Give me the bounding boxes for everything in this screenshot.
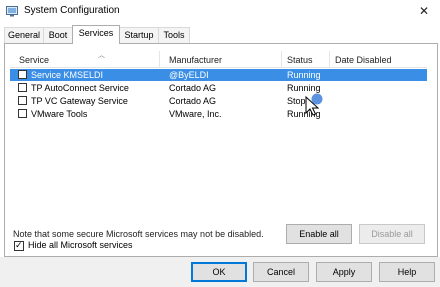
column-header-date-disabled[interactable]: Date Disabled <box>330 51 426 67</box>
microsoft-services-note: Note that some secure Microsoft services… <box>13 229 264 239</box>
service-name: VMware Tools <box>31 109 88 119</box>
disable-all-button[interactable]: Disable all <box>359 224 425 244</box>
manufacturer: Cortado AG <box>169 83 217 93</box>
service-name: TP AutoConnect Service <box>31 83 129 93</box>
hide-microsoft-services-checkbox[interactable]: ✓ <box>14 240 24 251</box>
ok-button[interactable]: OK <box>191 262 247 282</box>
table-row[interactable]: VMware Tools VMware, Inc. Running <box>10 108 427 120</box>
tab-general[interactable]: General <box>4 27 44 43</box>
help-button[interactable]: Help <box>379 262 435 282</box>
status: Running <box>287 70 321 80</box>
window-title: System Configuration <box>24 5 120 16</box>
manufacturer: VMware, Inc. <box>169 109 222 119</box>
checkmark-icon: ✓ <box>15 240 23 250</box>
apply-button[interactable]: Apply <box>316 262 372 282</box>
manufacturer: @ByELDI <box>169 70 209 80</box>
service-name: Service KMSELDI <box>31 70 104 80</box>
row-checkbox[interactable] <box>18 96 27 105</box>
tab-tools[interactable]: Tools <box>158 27 190 43</box>
enable-all-button[interactable]: Enable all <box>286 224 352 244</box>
list-header: ︿ Service Manufacturer Status Date Disab… <box>10 51 427 68</box>
services-list: ︿ Service Manufacturer Status Date Disab… <box>10 51 427 221</box>
system-configuration-icon <box>6 6 18 17</box>
sort-up-icon: ︿ <box>98 52 105 59</box>
title-bar: System Configuration ✕ <box>0 0 440 22</box>
column-header-service[interactable]: ︿ Service <box>10 51 160 67</box>
column-header-manufacturer[interactable]: Manufacturer <box>160 51 282 67</box>
column-header-status[interactable]: Status <box>282 51 330 67</box>
row-checkbox[interactable] <box>18 109 27 118</box>
column-label-service: Service <box>19 55 50 65</box>
service-name: TP VC Gateway Service <box>31 96 128 106</box>
table-row[interactable]: TP VC Gateway Service Cortado AG Stop <box>10 95 427 107</box>
row-checkbox[interactable] <box>18 83 27 92</box>
mouse-cursor-icon <box>305 93 323 116</box>
cancel-button[interactable]: Cancel <box>253 262 309 282</box>
close-window-button[interactable]: ✕ <box>410 1 438 21</box>
tab-services[interactable]: Services <box>72 25 120 44</box>
table-row[interactable]: TP AutoConnect Service Cortado AG Runnin… <box>10 82 427 94</box>
tab-boot[interactable]: Boot <box>43 27 73 43</box>
row-checkbox[interactable] <box>18 70 27 79</box>
tab-startup[interactable]: Startup <box>119 27 159 43</box>
hide-microsoft-services-label[interactable]: Hide all Microsoft services <box>28 240 133 250</box>
table-row[interactable]: Service KMSELDI @ByELDI Running <box>10 69 427 81</box>
manufacturer: Cortado AG <box>169 96 217 106</box>
